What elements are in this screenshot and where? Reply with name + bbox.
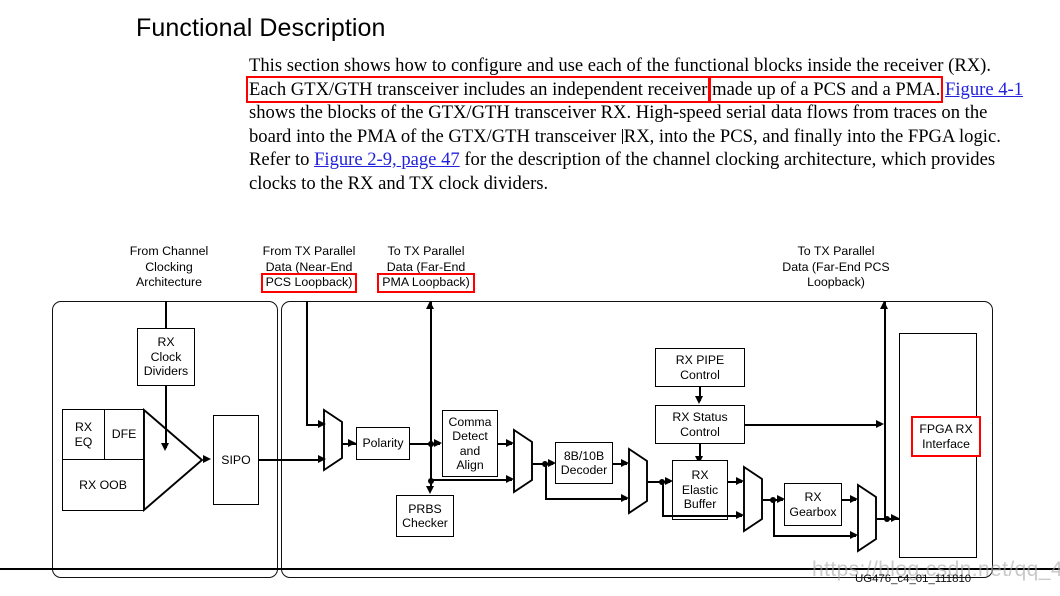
block-label: Polarity <box>362 436 404 451</box>
amplifier-triangle-icon <box>143 408 204 512</box>
label-to-tx-parallel-far-end-pcs: To TX Parallel Data (Far-End PCS Loopbac… <box>762 244 910 291</box>
arrow-right-sipo <box>203 455 211 463</box>
block-label: RX EQ <box>74 420 93 449</box>
block-8b10b-decoder: 8B/10B Decoder <box>555 442 613 484</box>
block-rx-status-control: RX Status Control <box>655 405 745 444</box>
wire-elastic-bypass <box>662 515 742 517</box>
paragraph-segment-1: This section shows how to configure and … <box>249 55 991 76</box>
label-from-tx-parallel-near-end: From TX Parallel Data (Near-End PCS Loop… <box>250 244 368 293</box>
block-label: FPGA RX Interface <box>919 422 973 451</box>
figure-2-9-link[interactable]: Figure 2-9, page 47 <box>314 149 460 170</box>
wire-decoder-bypass-down <box>545 463 547 499</box>
wire-bottom-rail <box>0 568 1060 570</box>
arrow-up-far-end-pcs <box>880 301 888 309</box>
block-label: RX OOB <box>79 477 127 492</box>
mux-gearbox-bypass-select <box>857 483 877 553</box>
label-line-3: Loopback) <box>807 275 865 289</box>
block-rx-clock-dividers: RX Clock Dividers <box>137 328 195 386</box>
body-paragraph: This section shows how to configure and … <box>245 54 1024 196</box>
block-rx-pipe-control: RX PIPE Control <box>655 348 745 387</box>
label-line-3-highlighted: PCS Loopback) <box>260 273 358 293</box>
highlight-phrase-2: made up of a PCS and a PMA. <box>709 75 944 103</box>
block-rx-gearbox: RX Gearbox <box>784 483 842 526</box>
label-line-3: Architecture <box>135 275 203 289</box>
label-line-2: Data (Far-End PCS <box>782 259 890 274</box>
block-sipo: SIPO <box>213 415 259 505</box>
label-line-2: Data (Far-End <box>386 259 466 274</box>
arrow-right-fpga-status <box>876 420 884 428</box>
mux-comma-bypass-select <box>513 428 533 494</box>
block-prbs-checker: PRBS Checker <box>396 495 454 537</box>
block-label: DFE <box>111 427 137 442</box>
label-line-2: Data (Near-End <box>265 259 353 274</box>
label-line-1: From Channel <box>129 244 209 258</box>
wire-decoder-bypass <box>545 498 627 500</box>
label-line-3-highlighted: PMA Loopback) <box>377 273 475 293</box>
figure-4-1-link[interactable]: Figure 4-1 <box>945 79 1023 100</box>
block-fpga-rx-interface: FPGA RX Interface <box>911 416 981 457</box>
label-line-1: From TX Parallel <box>262 244 356 258</box>
block-label: 8B/10B Decoder <box>560 448 608 477</box>
block-rx-eq: RX EQ <box>62 409 105 460</box>
wire-gearbox-bypass <box>773 535 856 537</box>
label-line-2: Clocking <box>145 259 193 274</box>
block-label: Comma Detect and Align <box>448 414 492 472</box>
arrow-right-polarity <box>348 439 356 447</box>
block-rx-oob: RX OOB <box>62 459 144 511</box>
arrow-down-prbs <box>426 486 434 494</box>
label-line-1: To TX Parallel <box>387 244 465 258</box>
highlight-phrase-1: Each GTX/GTH transceiver includes an ind… <box>245 75 711 103</box>
rx-block-diagram: From Channel Clocking Architecture From … <box>0 228 1060 596</box>
block-label: RX Status Control <box>672 410 728 439</box>
mux-polarity-select <box>323 408 343 472</box>
arrow-up-pma-loopback <box>426 301 434 309</box>
label-to-tx-parallel-pma-loopback: To TX Parallel Data (Far-End PMA Loopbac… <box>376 244 476 293</box>
block-polarity: Polarity <box>356 427 410 460</box>
wire-status-to-fpga <box>745 424 881 426</box>
arrow-right-comma <box>434 439 442 447</box>
page-root: Functional Description This section show… <box>0 0 1060 596</box>
wire-comma-bypass <box>430 479 512 481</box>
label-line-1: To TX Parallel <box>797 244 875 258</box>
block-label: RX Elastic Buffer <box>681 468 719 512</box>
figure-caption: UG476_c4_01_111810 <box>855 573 972 585</box>
arrow-down-status <box>695 396 703 404</box>
wire-pma-loopback-up <box>430 301 432 444</box>
arrow-right-fpga-data <box>891 514 899 522</box>
wire-far-end-pcs-loopback-up <box>884 301 886 518</box>
wire-gearbox-bypass-down <box>773 499 775 536</box>
wire-elastic-bypass-down <box>662 481 664 516</box>
block-rx-elastic-buffer: RX Elastic Buffer <box>672 460 728 520</box>
block-label: RX Gearbox <box>789 490 837 519</box>
wire-pcs-loopback-in <box>306 301 308 425</box>
block-label: RX Clock Dividers <box>143 335 189 379</box>
block-dfe: DFE <box>104 409 144 460</box>
block-comma-detect-align: Comma Detect and Align <box>442 410 498 477</box>
block-label: RX PIPE Control <box>675 353 725 382</box>
label-from-channel-clocking: From Channel Clocking Architecture <box>113 244 225 291</box>
mux-elastic-bypass-select <box>743 465 763 533</box>
mux-decoder-bypass-select <box>628 447 648 515</box>
block-label: PRBS Checker <box>402 501 448 530</box>
page-title: Functional Description <box>136 14 386 42</box>
wire-sipo-out <box>259 459 321 461</box>
block-label: SIPO <box>221 452 251 467</box>
text-caret <box>621 128 623 144</box>
